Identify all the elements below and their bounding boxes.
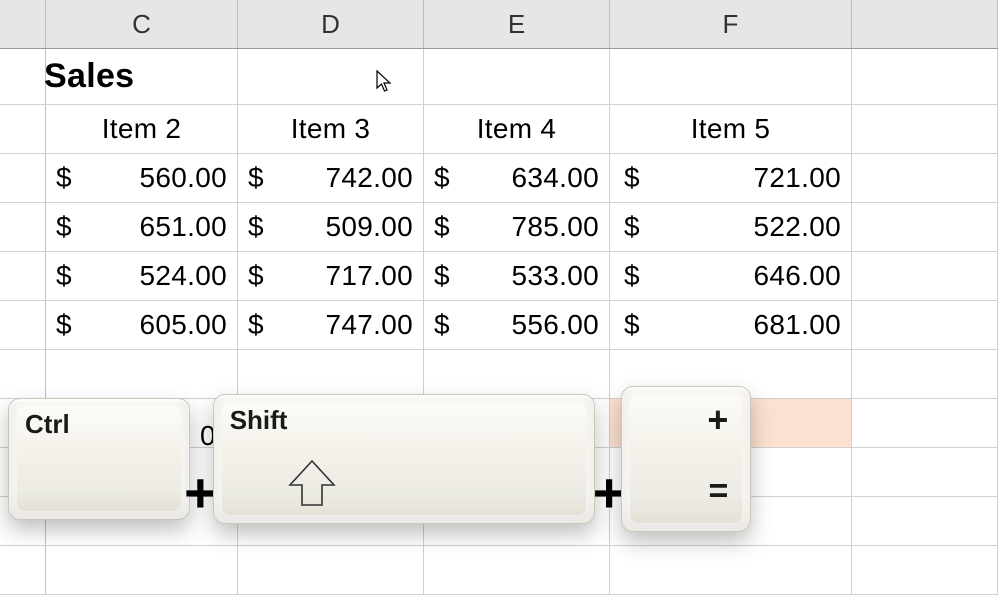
cell-C5[interactable]: $524.00 [46, 252, 238, 300]
column-header-F[interactable]: F [610, 0, 852, 48]
cell-F4[interactable]: $522.00 [610, 203, 852, 251]
cell-G2[interactable] [852, 105, 998, 153]
title-fragment: ales [67, 57, 134, 95]
row-5: $524.00 $717.00 $533.00 $646.00 [0, 252, 998, 301]
cell-G1[interactable] [852, 49, 998, 104]
shortcut-overlay: Ctrl + Shift + + = [8, 386, 751, 532]
column-header-E[interactable]: E [424, 0, 610, 48]
cell-C4[interactable]: $651.00 [46, 203, 238, 251]
row-2: Item 2 Item 3 Item 4 Item 5 [0, 105, 998, 154]
cell-E1[interactable] [424, 49, 610, 104]
cell-D3[interactable]: $742.00 [238, 154, 424, 202]
label-item2: Item 2 [102, 113, 182, 145]
column-header-G[interactable] [852, 0, 998, 48]
row-1: Sales [0, 49, 998, 105]
row-stub [0, 105, 46, 153]
key-shift: Shift [213, 394, 595, 524]
spreadsheet-viewport: C D E F Sales Item 2 Item 3 Item 4 Item … [0, 0, 998, 616]
row-3: $$ 560.00560.00 $742.00 $634.00 $721.00 [0, 154, 998, 203]
label-item4: Item 4 [477, 113, 557, 145]
row-6: $605.00 $747.00 $556.00 $681.00 [0, 301, 998, 350]
cell-F2[interactable]: Item 5 [610, 105, 852, 153]
plus-join-1: + [184, 465, 217, 521]
row-4: $651.00 $509.00 $785.00 $522.00 [0, 203, 998, 252]
cell-C3[interactable]: $$ 560.00560.00 [46, 154, 238, 202]
cell-D6[interactable]: $747.00 [238, 301, 424, 349]
key-ctrl: Ctrl [8, 398, 190, 520]
cell-F6[interactable]: $681.00 [610, 301, 852, 349]
shift-arrow-icon [284, 455, 340, 511]
cell-C6[interactable]: $605.00 [46, 301, 238, 349]
row-stub [0, 49, 46, 104]
cell-D5[interactable]: $717.00 [238, 252, 424, 300]
cell-E5[interactable]: $533.00 [424, 252, 610, 300]
cell-F1[interactable] [610, 49, 852, 104]
cell-E4[interactable]: $785.00 [424, 203, 610, 251]
column-header-C[interactable]: C [46, 0, 238, 48]
cell-D1[interactable] [238, 49, 424, 104]
cell-D2[interactable]: Item 3 [238, 105, 424, 153]
key-plus-bot-label: = [709, 472, 729, 511]
cell-E2[interactable]: Item 4 [424, 105, 610, 153]
cell-E3[interactable]: $634.00 [424, 154, 610, 202]
key-shift-label: Shift [230, 405, 288, 436]
cell-C2[interactable]: Item 2 [46, 105, 238, 153]
cell-D4[interactable]: $509.00 [238, 203, 424, 251]
cell-E6[interactable]: $556.00 [424, 301, 610, 349]
column-header-row: C D E F [0, 0, 998, 49]
column-header-D[interactable]: D [238, 0, 424, 48]
key-plus-top-label: + [707, 399, 728, 441]
cell-F3[interactable]: $721.00 [610, 154, 852, 202]
row-11 [0, 546, 998, 595]
key-plus-equals: + = [621, 386, 751, 532]
label-item5: Item 5 [691, 113, 771, 145]
corner-stub[interactable] [0, 0, 46, 48]
cell-F5[interactable]: $646.00 [610, 252, 852, 300]
label-item3: Item 3 [291, 113, 371, 145]
key-ctrl-label: Ctrl [25, 409, 70, 440]
cell-C1[interactable]: Sales [46, 49, 238, 104]
